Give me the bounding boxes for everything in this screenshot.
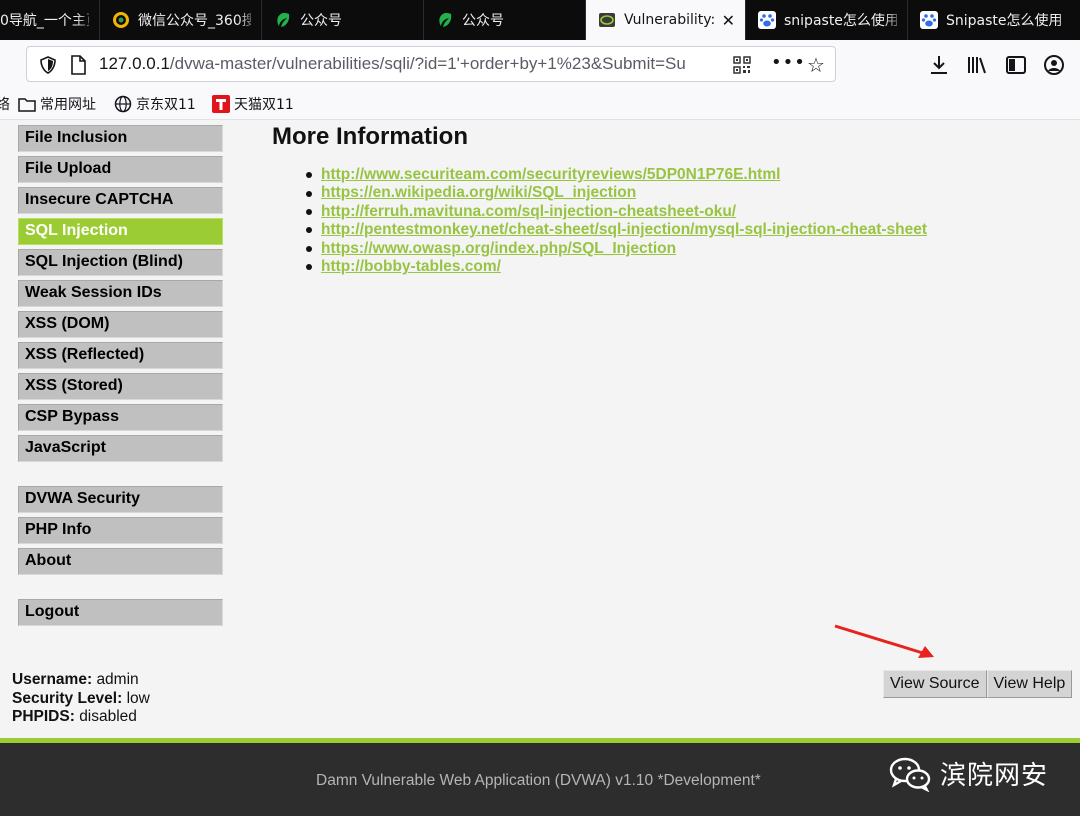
- tab-label: 微信公众号_360搜: [138, 13, 251, 29]
- list-item: https://www.owasp.org/index.php/SQL_Inje…: [306, 240, 927, 258]
- tab-6[interactable]: Snipaste怎么使用: [908, 0, 1080, 40]
- reference-link-list: http://www.securiteam.com/securityreview…: [306, 166, 927, 276]
- menu-item-javascript[interactable]: JavaScript: [18, 435, 223, 462]
- tmall-icon: [212, 95, 230, 113]
- bookmark-folder-common[interactable]: 常用网址: [18, 94, 96, 114]
- dvwa-menu: File Inclusion File Upload Insecure CAPT…: [18, 125, 223, 630]
- tab-vulnerability-active[interactable]: Vulnerability: ✕: [586, 0, 746, 40]
- list-item: http://pentestmonkey.net/cheat-sheet/sql…: [306, 221, 927, 239]
- page-buttons: View Source View Help: [883, 670, 1073, 698]
- wechat-watermark: 滨院网安: [888, 755, 1048, 792]
- tab-strip: 0导航_一个主页 微信公众号_360搜 公众号 公众号 Vulnerabilit…: [0, 0, 1080, 40]
- leaf-icon: [274, 11, 292, 29]
- navigation-toolbar: 127.0.0.1/dvwa-master/vulnerabilities/sq…: [0, 40, 1080, 88]
- list-item: http://ferruh.mavituna.com/sql-injection…: [306, 203, 927, 221]
- menu-item-insecure-captcha[interactable]: Insecure CAPTCHA: [18, 187, 223, 214]
- menu-item-file-inclusion[interactable]: File Inclusion: [18, 125, 223, 152]
- bookmark-jd[interactable]: 京东双11: [114, 94, 196, 114]
- security-level-value: low: [126, 689, 150, 707]
- tab-3[interactable]: 公众号: [424, 0, 586, 40]
- url-bar[interactable]: 127.0.0.1/dvwa-master/vulnerabilities/sq…: [26, 46, 836, 82]
- tracking-shield-icon[interactable]: [39, 56, 57, 74]
- menu-item-xss-dom[interactable]: XSS (DOM): [18, 311, 223, 338]
- menu-item-sql-injection[interactable]: SQL Injection: [18, 218, 223, 245]
- dvwa-icon: [598, 11, 616, 29]
- tab-0[interactable]: 0导航_一个主页: [0, 0, 100, 40]
- page-icon[interactable]: [69, 55, 87, 75]
- red-arrow-annotation-icon: [834, 624, 934, 658]
- bookmarks-toolbar: 络 常用网址 京东双11 天猫双11: [0, 88, 1080, 120]
- search360-icon: [112, 11, 130, 29]
- wechat-icon: [889, 757, 931, 792]
- reference-link[interactable]: http://bobby-tables.com/: [321, 258, 501, 276]
- list-item: https://en.wikipedia.org/wiki/SQL_inject…: [306, 184, 927, 202]
- url-text[interactable]: 127.0.0.1/dvwa-master/vulnerabilities/sq…: [99, 54, 727, 74]
- tab-2[interactable]: 公众号: [262, 0, 424, 40]
- sidebar-toggle-icon[interactable]: [1005, 54, 1027, 76]
- menu-item-xss-stored[interactable]: XSS (Stored): [18, 373, 223, 400]
- view-help-button[interactable]: View Help: [986, 670, 1073, 698]
- footer: Damn Vulnerable Web Application (DVWA) v…: [0, 743, 1080, 816]
- download-icon[interactable]: [928, 54, 950, 76]
- list-item: http://www.securiteam.com/securityreview…: [306, 166, 927, 184]
- menu-item-weak-session-ids[interactable]: Weak Session IDs: [18, 280, 223, 307]
- menu-item-xss-reflected[interactable]: XSS (Reflected): [18, 342, 223, 369]
- reference-link[interactable]: https://en.wikipedia.org/wiki/SQL_inject…: [321, 184, 636, 202]
- baidu-paw-icon: [758, 11, 776, 29]
- leaf-icon: [436, 11, 454, 29]
- phpids-value: disabled: [79, 708, 137, 725]
- page-actions-more-icon[interactable]: •••: [771, 52, 806, 73]
- menu-item-sql-injection-blind[interactable]: SQL Injection (Blind): [18, 249, 223, 276]
- qr-code-icon[interactable]: [733, 56, 751, 74]
- footer-text: Damn Vulnerable Web Application (DVWA) v…: [316, 772, 761, 789]
- watermark-text: 滨院网安: [940, 761, 1049, 791]
- page-content: File Inclusion File Upload Insecure CAPT…: [0, 121, 1080, 816]
- bookmark-tmall[interactable]: 天猫双11: [212, 94, 294, 114]
- list-item: http://bobby-tables.com/: [306, 258, 927, 276]
- tab-label: Vulnerability:: [624, 12, 716, 28]
- reference-link[interactable]: https://www.owasp.org/index.php/SQL_Inje…: [321, 240, 676, 258]
- tab-label: 公众号: [300, 13, 342, 29]
- tab-5[interactable]: snipaste怎么使用: [746, 0, 908, 40]
- username-value: admin: [96, 671, 139, 688]
- tab-label: snipaste怎么使用: [784, 13, 897, 29]
- menu-item-about[interactable]: About: [18, 548, 223, 575]
- account-icon[interactable]: [1043, 54, 1065, 76]
- tab-1[interactable]: 微信公众号_360搜: [100, 0, 262, 40]
- view-source-button[interactable]: View Source: [883, 670, 987, 698]
- library-icon[interactable]: [966, 54, 988, 76]
- bookmark-star-icon[interactable]: ☆: [807, 53, 825, 77]
- folder-icon: [18, 95, 36, 113]
- close-tab-icon[interactable]: ✕: [722, 11, 735, 30]
- globe-icon: [114, 95, 132, 113]
- reference-link[interactable]: http://www.securiteam.com/securityreview…: [321, 166, 780, 184]
- baidu-paw-icon: [920, 11, 938, 29]
- reference-link[interactable]: http://pentestmonkey.net/cheat-sheet/sql…: [321, 221, 927, 239]
- reference-link[interactable]: http://ferruh.mavituna.com/sql-injection…: [321, 203, 736, 221]
- menu-item-file-upload[interactable]: File Upload: [18, 156, 223, 183]
- more-information-heading: More Information: [272, 123, 468, 150]
- tab-label: 公众号: [462, 13, 504, 29]
- bookmark-item[interactable]: 络: [0, 94, 10, 114]
- menu-item-php-info[interactable]: PHP Info: [18, 517, 223, 544]
- menu-item-logout[interactable]: Logout: [18, 599, 223, 626]
- tab-label: Snipaste怎么使用: [946, 13, 1063, 29]
- menu-item-dvwa-security[interactable]: DVWA Security: [18, 486, 223, 513]
- menu-item-csp-bypass[interactable]: CSP Bypass: [18, 404, 223, 431]
- user-info: Username: admin Security Level: low PHPI…: [12, 671, 150, 725]
